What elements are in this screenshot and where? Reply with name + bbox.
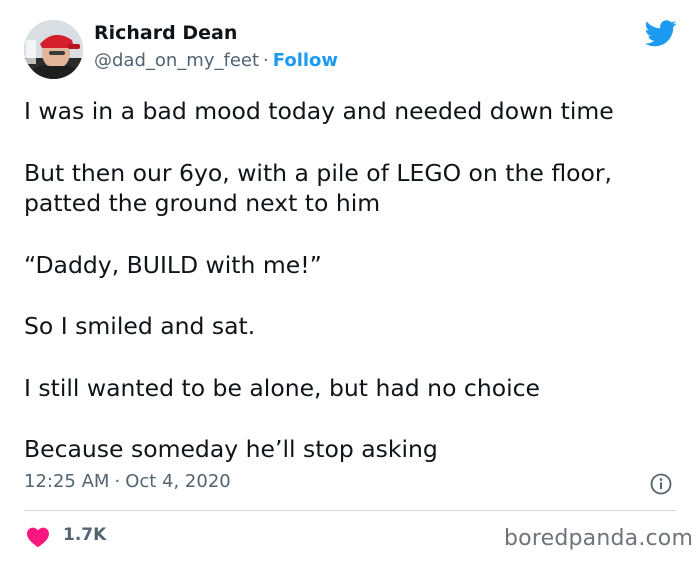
handle-separator: · (263, 50, 269, 71)
timestamp-separator: · (114, 471, 121, 492)
tweet-date: Oct 4, 2020 (125, 471, 231, 492)
handle-row: @dad_on_my_feet · Follow (94, 50, 338, 71)
follow-button[interactable]: Follow (273, 50, 338, 71)
tweet-line: “Daddy, BUILD with me!” (24, 250, 322, 279)
tweet-timestamp[interactable]: 12:25 AM · Oct 4, 2020 (24, 471, 231, 492)
twitter-bird-icon[interactable] (645, 20, 677, 47)
like-count[interactable]: 1.7K (63, 525, 106, 545)
tweet-line: But then our 6yo, with a pile of LEGO on… (24, 158, 613, 187)
tweet-line: Because someday he’ll stop asking (24, 435, 438, 463)
heart-icon[interactable] (26, 526, 50, 548)
tweet-time: 12:25 AM (24, 471, 110, 492)
tweet-line: I still wanted to be alone, but had no c… (24, 373, 541, 402)
tweet-line: So I smiled and sat. (24, 312, 256, 340)
user-name[interactable]: Richard Dean (94, 22, 237, 44)
info-icon[interactable] (650, 473, 672, 495)
watermark: boredpanda.com (504, 526, 694, 551)
tweet-line: I was in a bad mood today and needed dow… (24, 97, 614, 125)
avatar-image (24, 20, 83, 79)
avatar[interactable] (24, 20, 83, 79)
tweet-text: I was in a bad mood today and needed dow… (24, 96, 684, 465)
divider (24, 510, 676, 511)
user-handle[interactable]: @dad_on_my_feet (94, 50, 259, 71)
tweet-line: patted the ground next to him (24, 189, 381, 217)
